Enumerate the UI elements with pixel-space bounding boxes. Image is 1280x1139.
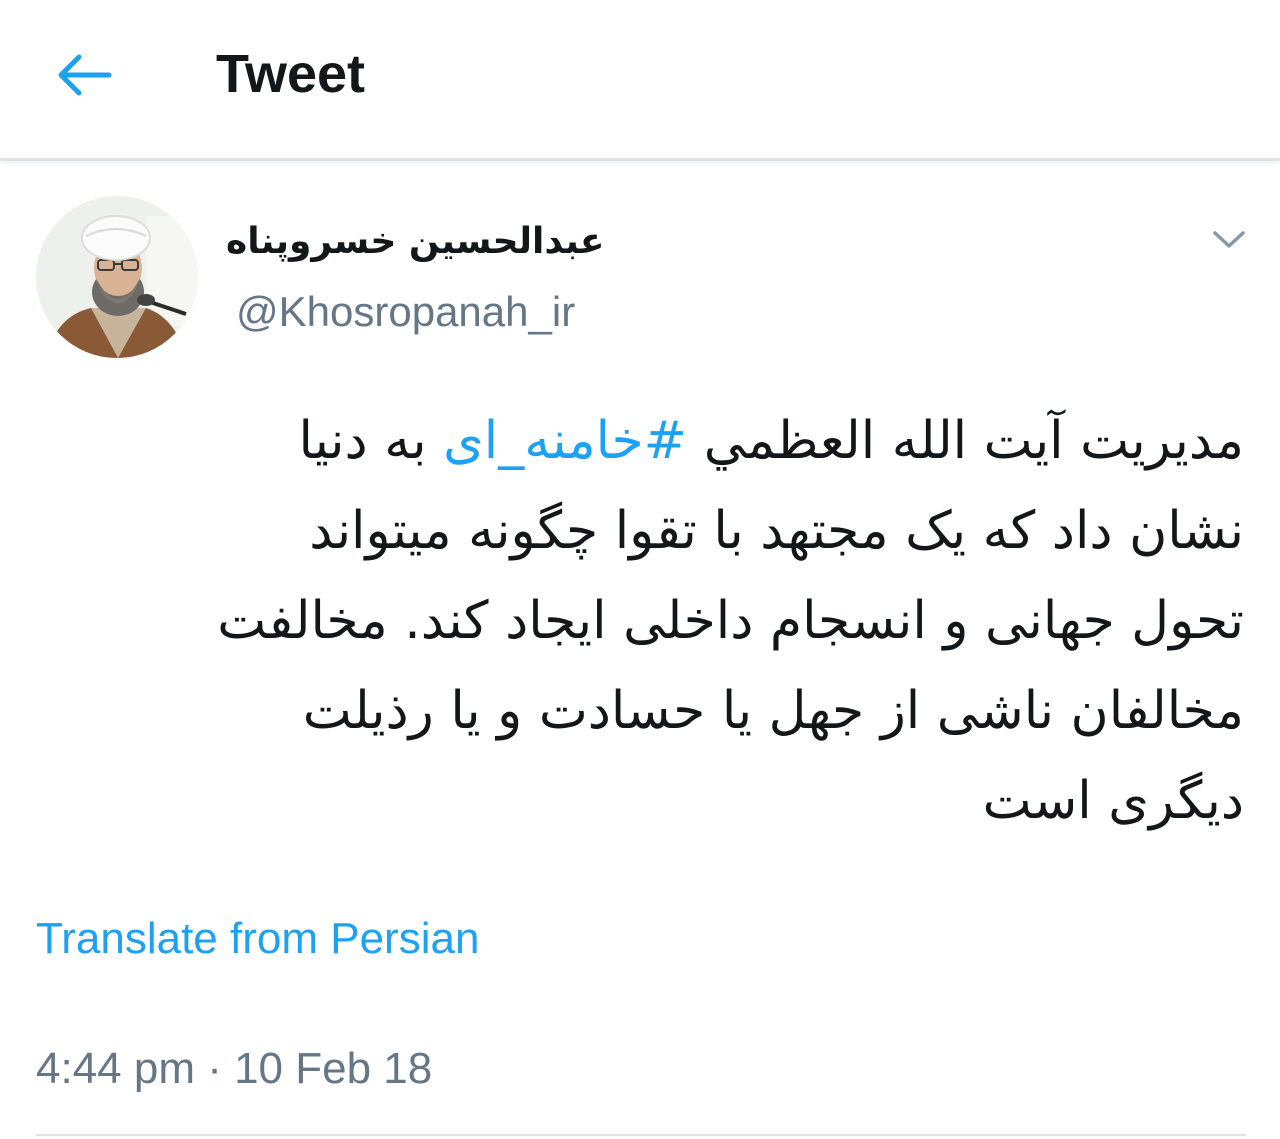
- author-handle[interactable]: @Khosropanah_ir: [236, 284, 575, 340]
- tweet-menu-button[interactable]: [1206, 220, 1252, 260]
- avatar-photo: [36, 196, 198, 358]
- translate-link[interactable]: Translate from Persian: [36, 910, 479, 968]
- app-header: Tweet: [0, 0, 1280, 161]
- tweet-line-1-end: به دنیا: [298, 411, 444, 471]
- divider: [36, 1134, 1246, 1136]
- tweet-text: مدیریت آیت الله العظمي #خامنه_ای به دنیا…: [36, 396, 1244, 846]
- tweet-line-4: مخالفان ناشی از جهل یا حسادت و یا رذیلت: [302, 681, 1244, 741]
- chevron-down-icon: [1213, 231, 1245, 248]
- author-display-name[interactable]: عبدالحسین خسروپناه: [226, 214, 626, 270]
- page-title: Tweet: [216, 44, 366, 104]
- arrow-left-icon: [58, 54, 112, 96]
- back-button[interactable]: [50, 44, 120, 106]
- tweet-timestamp: 4:44 pm · 10 Feb 18: [36, 1044, 433, 1093]
- tweet-line-2: نشان داد که یک مجتهد با تقوا چگونه میتوا…: [309, 501, 1244, 561]
- avatar[interactable]: [36, 196, 198, 358]
- tweet-line-5: دیگری است: [982, 771, 1244, 831]
- tweet-line-3: تحول جهانی و انسجام داخلی ایجاد کند. مخا…: [217, 591, 1244, 651]
- tweet-line-1-start: مدیریت آیت الله العظمي: [687, 411, 1244, 471]
- tweet-line-1: مدیریت آیت الله العظمي #خامنه_ای به دنیا: [36, 396, 1244, 486]
- hashtag-link[interactable]: #خامنه_ای: [443, 411, 687, 471]
